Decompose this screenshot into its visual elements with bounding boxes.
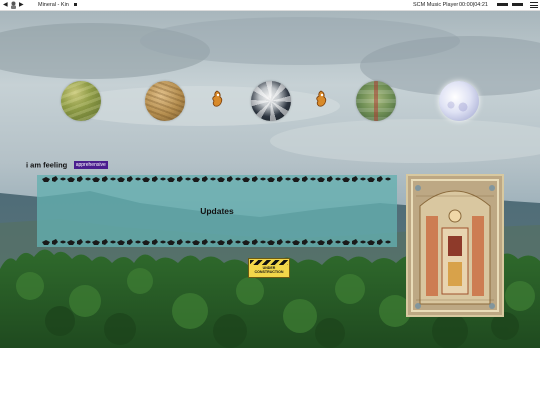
decorative-divider-bottom xyxy=(42,239,391,245)
player-brand[interactable]: SCM Music Player xyxy=(413,0,458,10)
updates-heading: Updates xyxy=(200,206,234,216)
volume-bar[interactable] xyxy=(512,3,523,6)
track-title: Mineral - Kin xyxy=(38,2,69,8)
field-orb-image xyxy=(61,81,101,121)
under-construction-sign: UNDER CONSTRUCTION xyxy=(248,258,290,278)
stop-icon[interactable] xyxy=(74,3,77,6)
decorative-divider-top xyxy=(42,176,391,182)
construction-text: UNDER CONSTRUCTION xyxy=(249,266,289,274)
updates-panel: Updates xyxy=(37,175,397,247)
construction-line-2: CONSTRUCTION xyxy=(254,270,284,274)
mood-badge: apprehensive xyxy=(73,160,108,169)
grain-orb-image xyxy=(145,81,185,121)
next-track-button[interactable]: ▶ xyxy=(19,0,24,10)
progress-bar[interactable] xyxy=(497,3,508,6)
farm-orb-image xyxy=(356,81,396,121)
mood-status: i am feeling apprehensive xyxy=(26,156,108,170)
music-player-bar: ◀ ▶ Mineral - Kin SCM Music Player 00:00… xyxy=(0,0,540,11)
moon-orb-image xyxy=(439,81,479,121)
track-time: 00:00|04:21 xyxy=(459,2,488,8)
sprite-figure-left-icon xyxy=(212,90,223,107)
tapestry-image xyxy=(406,174,504,317)
mood-label: i am feeling xyxy=(26,160,68,170)
playlist-menu-icon[interactable] xyxy=(530,2,538,8)
player-logo-icon xyxy=(11,1,16,9)
earth-orb-image xyxy=(251,81,291,121)
hazard-stripes xyxy=(250,260,288,265)
tapestry-artwork xyxy=(408,176,502,315)
sprite-figure-right-icon xyxy=(316,90,327,107)
previous-track-button[interactable]: ◀ xyxy=(3,0,8,10)
